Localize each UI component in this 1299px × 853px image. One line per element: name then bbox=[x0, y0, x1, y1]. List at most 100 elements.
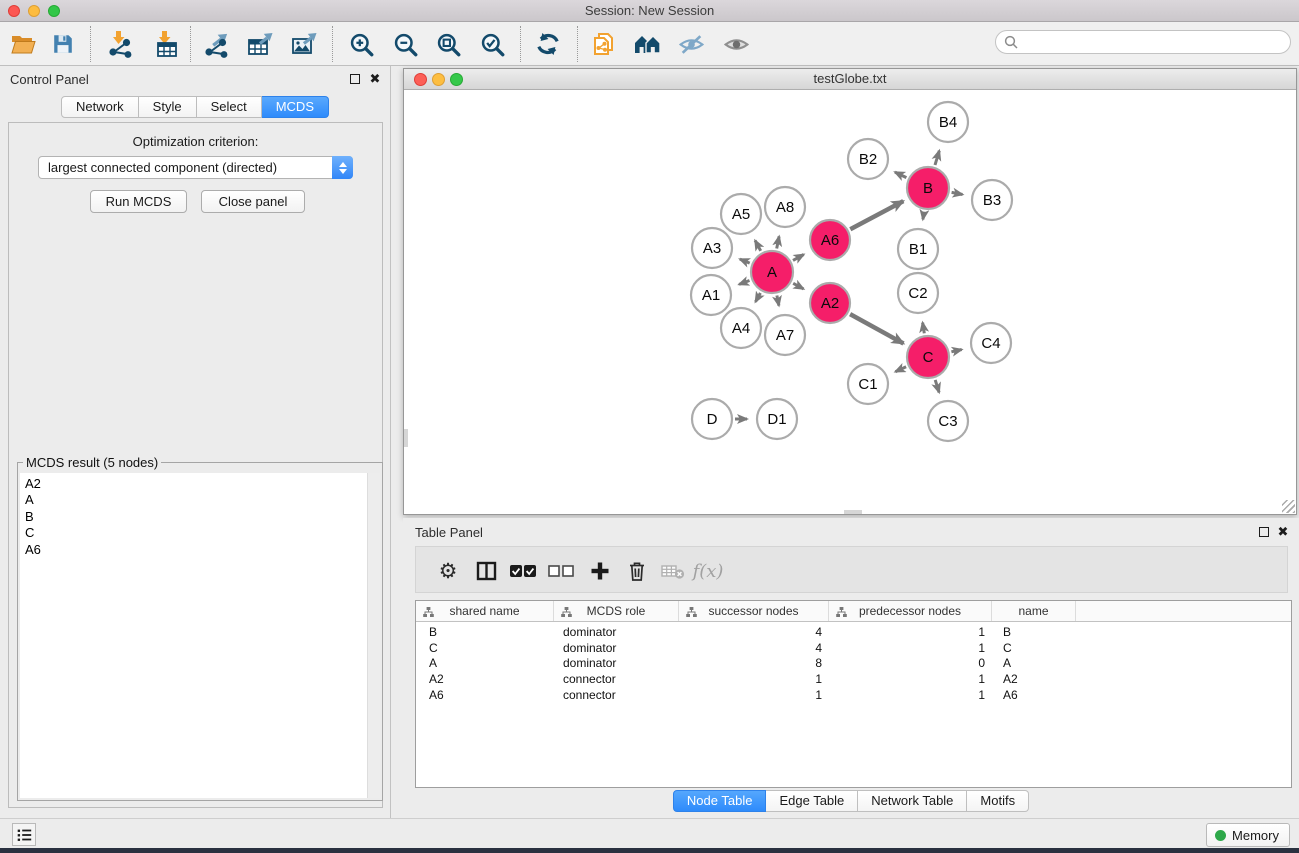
close-panel-button[interactable]: Close panel bbox=[201, 190, 305, 213]
table-options-icon[interactable]: ⚙ bbox=[432, 555, 464, 587]
graph-edge-B-B3[interactable] bbox=[952, 192, 963, 194]
tab-mcds[interactable]: MCDS bbox=[262, 96, 329, 118]
task-history-button[interactable] bbox=[12, 823, 36, 846]
select-all-columns-icon[interactable] bbox=[507, 555, 539, 587]
table-cell[interactable]: A2 bbox=[416, 672, 554, 686]
window-edge-grip[interactable] bbox=[404, 429, 408, 447]
table-cell[interactable]: C bbox=[416, 641, 554, 655]
graph-edge-A2-C[interactable] bbox=[850, 314, 903, 343]
unselect-all-columns-icon[interactable] bbox=[545, 555, 577, 587]
table-cell[interactable]: 1 bbox=[829, 625, 992, 639]
zoom-out-icon[interactable] bbox=[388, 27, 422, 61]
float-table-panel-icon[interactable] bbox=[1257, 525, 1271, 539]
graph-node-C2[interactable]: C2 bbox=[898, 273, 938, 313]
graph-edge-A-A4[interactable] bbox=[756, 293, 761, 302]
run-mcds-button[interactable]: Run MCDS bbox=[90, 190, 187, 213]
mcds-result-list[interactable]: A2ABCA6 bbox=[20, 473, 380, 798]
graph-node-D1[interactable]: D1 bbox=[757, 399, 797, 439]
table-cell[interactable]: 4 bbox=[679, 625, 829, 639]
table-cell[interactable]: dominator bbox=[554, 656, 679, 670]
column-header-shared-name[interactable]: shared name bbox=[416, 601, 554, 621]
mcds-result-item[interactable]: A6 bbox=[25, 542, 380, 558]
graph-node-A6[interactable]: A6 bbox=[810, 220, 850, 260]
graph-edge-A6-B[interactable] bbox=[850, 201, 903, 229]
graph-node-A4[interactable]: A4 bbox=[721, 308, 761, 348]
table-row[interactable]: Cdominator41C bbox=[416, 640, 1291, 656]
graph-node-B2[interactable]: B2 bbox=[848, 139, 888, 179]
first-neighbors-icon[interactable] bbox=[631, 27, 665, 61]
table-row[interactable]: Adominator80A bbox=[416, 656, 1291, 672]
export-network-icon[interactable] bbox=[200, 27, 234, 61]
save-session-icon[interactable] bbox=[46, 27, 80, 61]
column-header-name[interactable]: name bbox=[992, 601, 1076, 621]
table-cell[interactable]: 8 bbox=[679, 656, 829, 670]
table-cell[interactable]: C bbox=[992, 641, 1076, 655]
table-cell[interactable]: 1 bbox=[679, 688, 829, 702]
float-panel-icon[interactable] bbox=[348, 72, 362, 86]
graph-edge-C-C2[interactable] bbox=[923, 323, 925, 334]
graph-node-A3[interactable]: A3 bbox=[692, 228, 732, 268]
tab-select[interactable]: Select bbox=[197, 96, 262, 118]
tab-motifs[interactable]: Motifs bbox=[967, 790, 1029, 812]
network-canvas[interactable]: AA1A2A3A4A5A6A7A8BB1B2B3B4CC1C2C3C4DD1 bbox=[404, 90, 1296, 514]
column-header-mcds-role[interactable]: MCDS role bbox=[554, 601, 679, 621]
table-cell[interactable]: A6 bbox=[416, 688, 554, 702]
export-table-icon[interactable] bbox=[244, 27, 278, 61]
mcds-result-item[interactable]: B bbox=[25, 509, 380, 525]
graph-node-C4[interactable]: C4 bbox=[971, 323, 1011, 363]
table-cell[interactable]: connector bbox=[554, 688, 679, 702]
tab-edge-table[interactable]: Edge Table bbox=[766, 790, 858, 812]
table-cell[interactable]: 1 bbox=[829, 672, 992, 686]
mcds-result-item[interactable]: A2 bbox=[25, 476, 380, 492]
delete-columns-icon[interactable] bbox=[621, 555, 653, 587]
resize-grip-icon[interactable] bbox=[1282, 500, 1295, 513]
table-cell[interactable]: B bbox=[992, 625, 1076, 639]
graph-node-A1[interactable]: A1 bbox=[691, 275, 731, 315]
graph-node-A5[interactable]: A5 bbox=[721, 194, 761, 234]
table-cell[interactable]: dominator bbox=[554, 625, 679, 639]
tab-node-table[interactable]: Node Table bbox=[673, 790, 767, 812]
mcds-result-item[interactable]: A bbox=[25, 492, 380, 508]
table-row[interactable]: Bdominator41B bbox=[416, 624, 1291, 640]
search-input[interactable] bbox=[1022, 35, 1290, 50]
mcds-result-item[interactable]: C bbox=[25, 525, 380, 541]
graph-node-A2[interactable]: A2 bbox=[810, 283, 850, 323]
graph-node-A[interactable]: A bbox=[751, 251, 793, 293]
table-row[interactable]: A6connector11A6 bbox=[416, 687, 1291, 703]
table-cell[interactable]: 1 bbox=[829, 688, 992, 702]
graph-edge-A-A5[interactable] bbox=[755, 241, 761, 251]
network-window-titlebar[interactable]: testGlobe.txt bbox=[404, 69, 1296, 90]
graph-edge-A-A8[interactable] bbox=[777, 236, 779, 248]
graph-edge-C-C4[interactable] bbox=[951, 350, 961, 352]
close-table-panel-icon[interactable]: ✖ bbox=[1276, 525, 1290, 539]
graph-edge-A-A3[interactable] bbox=[740, 259, 750, 263]
import-table-icon[interactable] bbox=[149, 27, 183, 61]
hide-selected-icon[interactable] bbox=[674, 27, 708, 61]
criterion-dropdown[interactable]: largest connected component (directed) bbox=[38, 156, 353, 179]
graph-node-B1[interactable]: B1 bbox=[898, 229, 938, 269]
graph-edge-A-A1[interactable] bbox=[739, 281, 749, 285]
graph-edge-A-A7[interactable] bbox=[777, 296, 779, 306]
table-cell[interactable]: 1 bbox=[829, 641, 992, 655]
graph-node-D[interactable]: D bbox=[692, 399, 732, 439]
table-cell[interactable]: dominator bbox=[554, 641, 679, 655]
table-cell[interactable]: B bbox=[416, 625, 554, 639]
new-network-from-selection-icon[interactable] bbox=[588, 27, 622, 61]
table-cell[interactable]: connector bbox=[554, 672, 679, 686]
graph-edge-B-B2[interactable] bbox=[895, 172, 906, 178]
table-cell[interactable]: A bbox=[992, 656, 1076, 670]
tab-network[interactable]: Network bbox=[61, 96, 139, 118]
table-cell[interactable]: A bbox=[416, 656, 554, 670]
graph-edge-B-B1[interactable] bbox=[923, 212, 924, 220]
table-cell[interactable]: A6 bbox=[992, 688, 1076, 702]
window-edge-grip[interactable] bbox=[844, 510, 862, 514]
graph-edge-B-B4[interactable] bbox=[935, 151, 939, 165]
close-panel-icon[interactable]: ✖ bbox=[368, 72, 382, 86]
export-image-icon[interactable] bbox=[288, 27, 322, 61]
graph-edge-C-C3[interactable] bbox=[935, 380, 939, 393]
memory-button[interactable]: Memory bbox=[1206, 823, 1290, 847]
graph-node-C1[interactable]: C1 bbox=[848, 364, 888, 404]
table-cell[interactable]: 1 bbox=[679, 672, 829, 686]
mcds-result-scrollbar[interactable] bbox=[367, 473, 380, 798]
show-column-icon[interactable] bbox=[470, 555, 502, 587]
